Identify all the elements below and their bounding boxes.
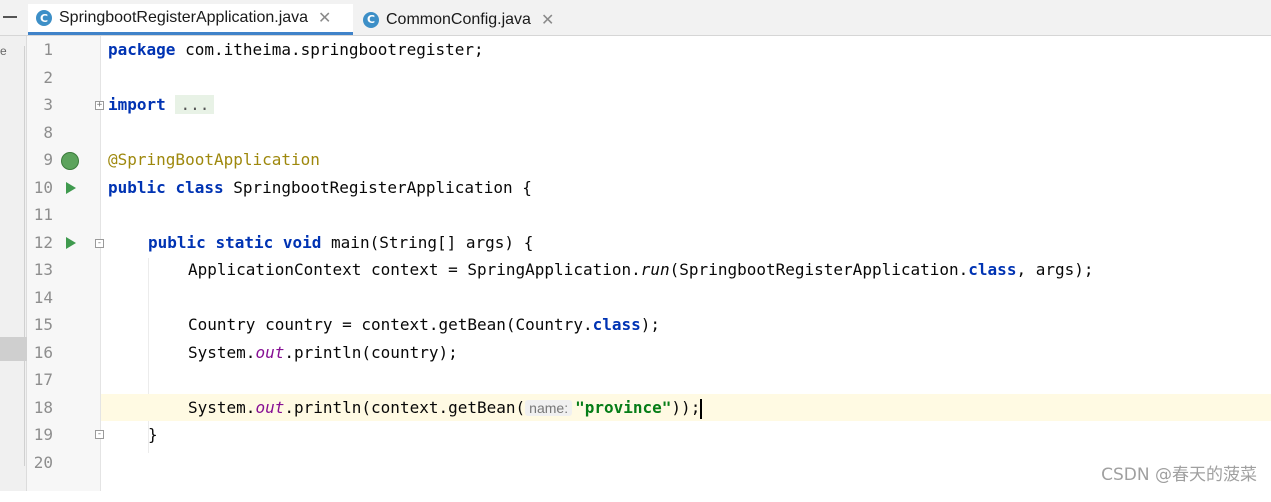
editor-gutter[interactable]: 1 2 3 8 9 10 11 12 13 14 15 16 17 18 19 …: [27, 36, 104, 491]
text-caret: [700, 398, 703, 419]
code-line-19[interactable]: }: [101, 421, 1271, 448]
minimize-icon[interactable]: [3, 16, 17, 18]
keyword: class: [175, 178, 224, 197]
static-field: out: [255, 343, 285, 362]
code-line-16[interactable]: System.out.println(country);: [101, 339, 1271, 366]
code-line-3[interactable]: import ...: [101, 91, 1271, 118]
static-field: out: [255, 398, 285, 417]
code-line-18[interactable]: System.out.println(context.getBean(name:…: [101, 394, 1271, 421]
line-number: 11: [33, 205, 53, 224]
code-text: , args);: [1016, 260, 1094, 279]
code-text: }: [148, 425, 158, 444]
line-number: 13: [33, 260, 53, 279]
panel-divider: [14, 46, 25, 466]
tab-label: SpringbootRegisterApplication.java: [59, 9, 309, 26]
code-text: System.: [188, 398, 256, 417]
keyword: void: [282, 233, 322, 252]
keyword: public: [108, 178, 166, 197]
tab-common-config[interactable]: C CommonConfig.java ✕: [355, 4, 560, 35]
code-line-13[interactable]: ApplicationContext context = SpringAppli…: [101, 256, 1271, 283]
class-c-icon: C: [363, 11, 379, 28]
spring-bean-icon[interactable]: [61, 152, 79, 170]
line-number: 10: [33, 178, 53, 197]
code-text: main(String[] args) {: [321, 233, 534, 252]
code-line-10[interactable]: public class SpringbootRegisterApplicati…: [101, 174, 1271, 201]
code-editor[interactable]: package com.itheima.springbootregister; …: [101, 36, 1271, 491]
tab-label: CommonConfig.java: [386, 10, 531, 28]
code-text: );: [640, 315, 661, 334]
close-icon[interactable]: ✕: [541, 10, 554, 30]
code-text: System.: [188, 343, 256, 362]
close-icon[interactable]: ✕: [318, 8, 331, 28]
editor-tab-bar: C SpringbootRegisterApplication.java ✕ C…: [0, 0, 1271, 36]
code-text: SpringbootRegisterApplication {: [223, 178, 532, 197]
code-text: ));: [671, 398, 701, 417]
watermark: CSDN @春天的菠菜: [1101, 465, 1257, 485]
spring-class-icon: C: [36, 10, 52, 26]
line-number: 19: [33, 425, 53, 444]
line-number: 12: [33, 233, 53, 252]
code-text: .println(country);: [284, 343, 458, 362]
panel-edge-text: e: [0, 44, 7, 58]
keyword: package: [108, 40, 176, 59]
string-literal: "province": [575, 398, 672, 417]
panel-selection-highlight: [0, 337, 27, 361]
line-number: 16: [33, 343, 53, 362]
line-number: 15: [33, 315, 53, 334]
line-number: 1: [43, 40, 53, 59]
keyword: class: [968, 260, 1017, 279]
static-call: run: [640, 260, 670, 279]
line-number: 2: [43, 68, 53, 87]
code-line-12[interactable]: public static void main(String[] args) {: [101, 229, 1271, 256]
run-icon[interactable]: [66, 182, 76, 194]
code-text: ApplicationContext context = SpringAppli…: [188, 260, 641, 279]
line-number: 18: [33, 398, 53, 417]
code-text: Country country = context.getBean(Countr…: [188, 315, 593, 334]
annotation: @SpringBootApplication: [108, 150, 320, 169]
keyword: public: [148, 233, 206, 252]
code-text: .println(context.getBean(: [284, 398, 526, 417]
project-panel-strip[interactable]: e: [0, 36, 27, 491]
parameter-hint: name:: [525, 400, 573, 416]
tab-springboot-register-application[interactable]: C SpringbootRegisterApplication.java ✕: [28, 4, 353, 35]
line-number: 8: [43, 123, 53, 142]
code-text: (SpringbootRegisterApplication.: [669, 260, 969, 279]
keyword: static: [215, 233, 274, 252]
folded-imports[interactable]: ...: [175, 95, 215, 114]
line-number: 17: [33, 370, 53, 389]
run-icon[interactable]: [66, 237, 76, 249]
line-number: 3: [43, 95, 53, 114]
keyword: class: [592, 315, 641, 334]
code-line-9[interactable]: @SpringBootApplication: [101, 146, 1271, 173]
line-number: 20: [33, 453, 53, 472]
code-text: com.itheima.springbootregister;: [175, 40, 484, 59]
keyword: import: [108, 95, 166, 114]
line-number: 14: [33, 288, 53, 307]
code-line-15[interactable]: Country country = context.getBean(Countr…: [101, 311, 1271, 338]
code-line-1[interactable]: package com.itheima.springbootregister;: [101, 36, 1271, 63]
line-number: 9: [43, 150, 53, 169]
